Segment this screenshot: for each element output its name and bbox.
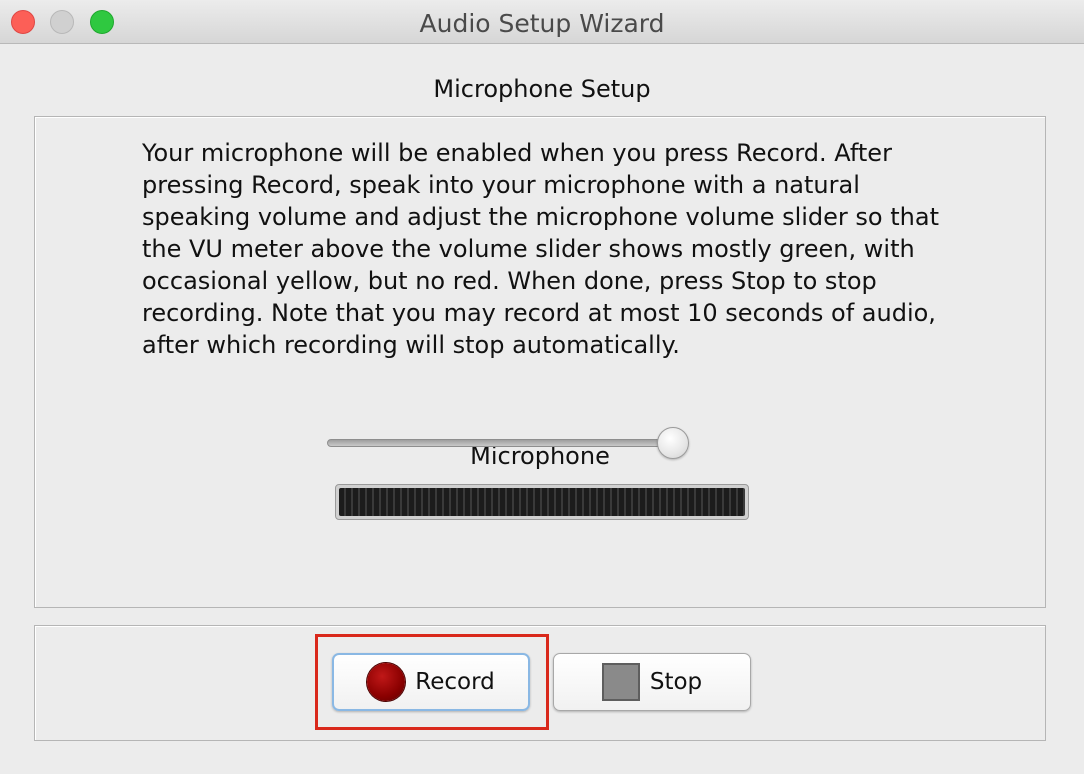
record-highlight-annotation (315, 634, 549, 730)
window-title: Audio Setup Wizard (419, 9, 665, 38)
stop-square-icon (601, 663, 640, 701)
audio-setup-wizard-window: Audio Setup Wizard Microphone Setup Your… (0, 0, 1084, 774)
microphone-volume-slider-track[interactable] (327, 439, 687, 447)
vu-meter-bar (339, 488, 745, 516)
instructions-text: Your microphone will be enabled when you… (142, 139, 939, 359)
microphone-volume-slider-thumb[interactable] (657, 427, 689, 459)
section-heading: Microphone Setup (433, 75, 651, 103)
microphone-setup-panel: Your microphone will be enabled when you… (34, 116, 1046, 608)
vu-meter (335, 484, 749, 520)
title-bar: Audio Setup Wizard (0, 0, 1084, 44)
stop-button[interactable]: Stop (553, 653, 751, 711)
stop-button-label: Stop (649, 669, 703, 695)
